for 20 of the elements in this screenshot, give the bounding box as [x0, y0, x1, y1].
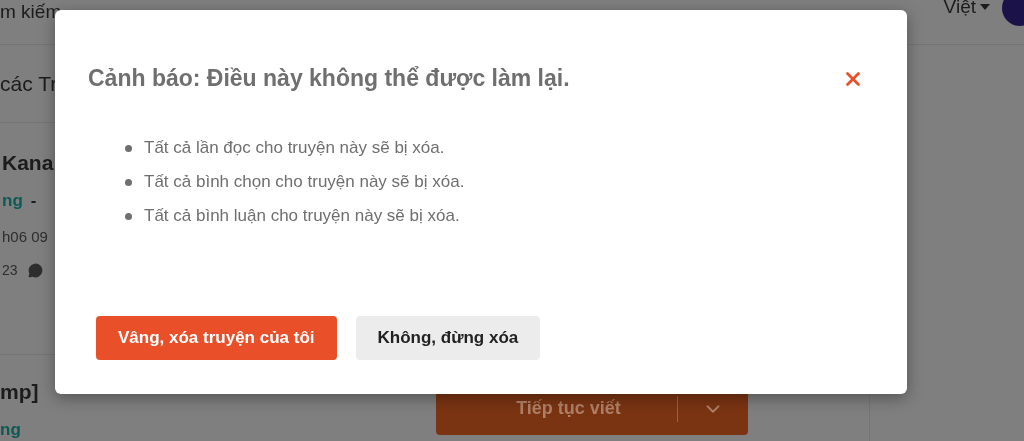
story-count: 23 — [2, 261, 18, 280]
story-status: ng — [0, 419, 21, 441]
story-title: Kana — [2, 150, 54, 176]
comment-icon — [27, 263, 43, 278]
bullet-icon — [125, 212, 132, 220]
warning-item: Tất cả bình luận cho truyện này sẽ bị xóa. — [144, 205, 460, 227]
bullet-icon — [125, 144, 132, 152]
story-status: ng — [2, 190, 23, 212]
bullet-icon — [125, 178, 132, 186]
section-title: các Tr — [0, 70, 58, 97]
story-date: h06 09 — [2, 226, 48, 247]
language-dropdown[interactable]: Việt — [943, 0, 990, 20]
story-title: mp] — [0, 379, 39, 405]
cancel-button[interactable]: Không, đừng xóa — [355, 316, 541, 360]
warning-item: Tất cả bình chọn cho truyện này sẽ bị xóa. — [144, 171, 465, 193]
confirm-delete-button[interactable]: Vâng, xóa truyện của tôi — [96, 316, 337, 360]
warning-item: Tất cả lần đọc cho truyện này sẽ bị xóa. — [144, 137, 445, 159]
dialog-title: Cảnh báo: Điều này không thể được làm lại. — [88, 64, 570, 93]
caret-icon — [980, 4, 990, 10]
separator-text: - — [30, 190, 37, 212]
